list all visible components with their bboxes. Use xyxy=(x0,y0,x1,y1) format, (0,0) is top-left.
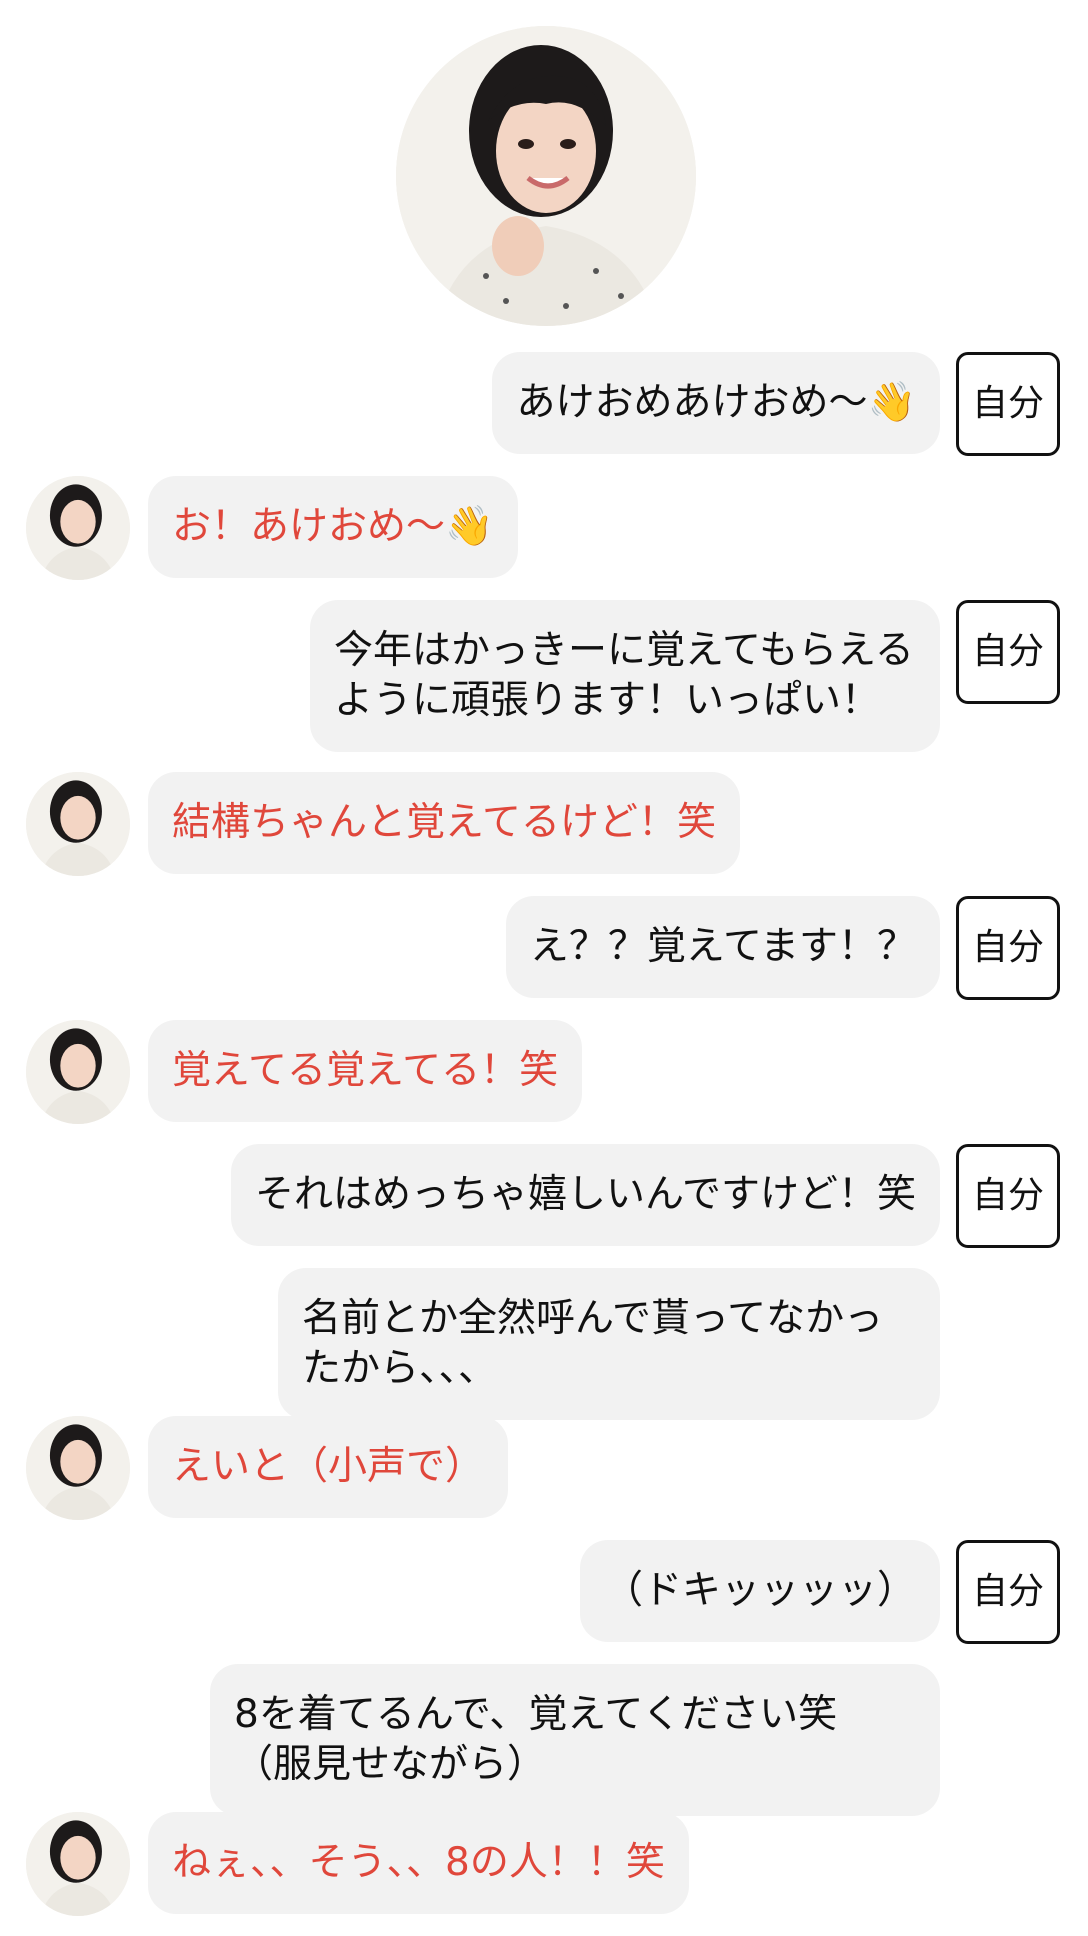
avatar-photo xyxy=(26,1020,130,1124)
message-row: 名前とか全然呼んで貰ってなかったから、、、 xyxy=(0,1268,1088,1420)
message-row: あけおめあけおめ〜👋 自分 xyxy=(0,352,1088,476)
message-bubble-received: 結構ちゃんと覚えてるけど！笑 xyxy=(148,772,741,874)
avatar-photo xyxy=(26,772,130,876)
self-label: 自分 xyxy=(956,600,1060,704)
avatar xyxy=(26,476,130,580)
message-row: 覚えてる覚えてる！笑 xyxy=(0,1020,1088,1144)
avatar xyxy=(26,1416,130,1520)
message-row: それはめっちゃ嬉しいんですけど！笑 自分 xyxy=(0,1144,1088,1268)
self-label: 自分 xyxy=(956,1540,1060,1644)
self-label: 自分 xyxy=(956,896,1060,1000)
message-row: え？？覚えてます！？ 自分 xyxy=(0,896,1088,1020)
message-row: えいと（小声で） xyxy=(0,1416,1088,1540)
message-row: 8を着てるんで、覚えてください笑 （服見せながら） xyxy=(0,1664,1088,1816)
avatar-photo xyxy=(26,1812,130,1916)
avatar xyxy=(26,772,130,876)
avatar-photo xyxy=(26,476,130,580)
message-row: 結構ちゃんと覚えてるけど！笑 xyxy=(0,772,1088,896)
message-bubble-sent: それはめっちゃ嬉しいんですけど！笑 xyxy=(230,1144,940,1246)
self-label: 自分 xyxy=(956,352,1060,456)
message-bubble-received: えいと（小声で） xyxy=(148,1416,509,1518)
avatar xyxy=(26,1020,130,1124)
message-bubble-sent: （ドキッッッッ） xyxy=(579,1540,940,1642)
self-label: 自分 xyxy=(956,1144,1060,1248)
message-row: （ドキッッッッ） 自分 xyxy=(0,1540,1088,1664)
message-bubble-sent: 今年はかっきーに覚えてもらえるように頑張ります！いっぱい！ xyxy=(310,600,940,752)
message-bubble-sent: 8を着てるんで、覚えてください笑 （服見せながら） xyxy=(210,1664,940,1816)
avatar-photo xyxy=(26,1416,130,1520)
chat-thread: あけおめあけおめ〜👋 自分 お！あけおめ〜👋 今年はかっきーに覚えてもらえるよう… xyxy=(0,352,1088,1936)
message-bubble-received: お！あけおめ〜👋 xyxy=(148,476,518,578)
message-row: 今年はかっきーに覚えてもらえるように頑張ります！いっぱい！ 自分 xyxy=(0,600,1088,772)
message-bubble-received: 覚えてる覚えてる！笑 xyxy=(148,1020,583,1122)
avatar-photo xyxy=(396,26,696,326)
message-row: ねぇ、、そう、、8の人！！笑 xyxy=(0,1812,1088,1936)
message-bubble-sent: え？？覚えてます！？ xyxy=(505,896,940,998)
avatar xyxy=(26,1812,130,1916)
message-bubble-sent: あけおめあけおめ〜👋 xyxy=(492,352,940,454)
message-row: お！あけおめ〜👋 xyxy=(0,476,1088,600)
message-bubble-sent: 名前とか全然呼んで貰ってなかったから、、、 xyxy=(278,1268,940,1420)
profile-avatar xyxy=(396,26,696,326)
